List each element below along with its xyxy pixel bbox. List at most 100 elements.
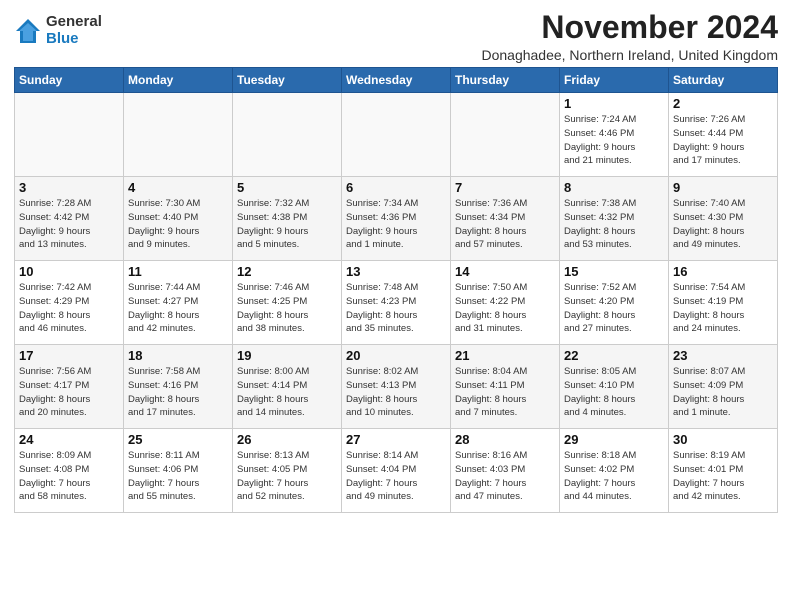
logo-general: General (46, 14, 102, 31)
logo-text: General Blue (46, 14, 102, 47)
col-wednesday: Wednesday (342, 68, 451, 93)
day-cell: 20Sunrise: 8:02 AMSunset: 4:13 PMDayligh… (342, 345, 451, 429)
day-number: 15 (564, 264, 664, 279)
header-row: Sunday Monday Tuesday Wednesday Thursday… (15, 68, 778, 93)
day-number: 7 (455, 180, 555, 195)
day-cell: 21 Sunrise: 8:04 AMSunset: 4:11 PMDayligh… (451, 345, 560, 429)
day-cell: 7 Sunrise: 7:36 AMSunset: 4:34 PMDaylight… (451, 177, 560, 261)
day-number: 8 (564, 180, 664, 195)
day-number: 11 (128, 264, 228, 279)
day-number: 24 (19, 432, 119, 447)
day-cell (124, 93, 233, 177)
day-info: Sunrise: 7:30 AMSunset: 4:40 PMDaylight:… (128, 197, 228, 252)
day-cell: 27Sunrise: 8:14 AMSunset: 4:04 PMDayligh… (342, 429, 451, 513)
day-info: Sunrise: 7:28 AMSunset: 4:42 PMDaylight:… (19, 197, 119, 252)
day-info: Sunrise: 8:13 AMSunset: 4:05 PMDaylight:… (237, 449, 337, 504)
day-cell: 25 Sunrise: 8:11 AMSunset: 4:06 PMDayligh… (124, 429, 233, 513)
day-number: 28 (455, 432, 555, 447)
day-info: Sunrise: 8:09 AMSunset: 4:08 PMDaylight:… (19, 449, 119, 504)
day-info: Sunrise: 8:16 AMSunset: 4:03 PMDaylight:… (455, 449, 555, 504)
day-info: Sunrise: 8:14 AMSunset: 4:04 PMDaylight:… (346, 449, 446, 504)
day-cell: 14Sunrise: 7:50 AMSunset: 4:22 PMDayligh… (451, 261, 560, 345)
day-cell (451, 93, 560, 177)
week-row-4: 17 Sunrise: 7:56 AMSunset: 4:17 PMDayligh… (15, 345, 778, 429)
title-block: November 2024 Donaghadee, Northern Irela… (481, 10, 778, 63)
day-info: Sunrise: 8:02 AMSunset: 4:13 PMDaylight:… (346, 365, 446, 420)
day-cell: 11 Sunrise: 7:44 AMSunset: 4:27 PMDayligh… (124, 261, 233, 345)
day-cell: 30Sunrise: 8:19 AMSunset: 4:01 PMDayligh… (669, 429, 778, 513)
day-number: 19 (237, 348, 337, 363)
day-info: Sunrise: 8:19 AMSunset: 4:01 PMDaylight:… (673, 449, 773, 504)
day-cell: 29 Sunrise: 8:18 AMSunset: 4:02 PMDayligh… (560, 429, 669, 513)
day-info: Sunrise: 8:00 AMSunset: 4:14 PMDaylight:… (237, 365, 337, 420)
calendar-table: Sunday Monday Tuesday Wednesday Thursday… (14, 67, 778, 513)
day-cell: 16 Sunrise: 7:54 AMSunset: 4:19 PMDayligh… (669, 261, 778, 345)
month-title: November 2024 (481, 10, 778, 45)
day-number: 12 (237, 264, 337, 279)
day-cell (342, 93, 451, 177)
day-number: 17 (19, 348, 119, 363)
day-number: 13 (346, 264, 446, 279)
week-row-5: 24 Sunrise: 8:09 AMSunset: 4:08 PMDayligh… (15, 429, 778, 513)
location-title: Donaghadee, Northern Ireland, United Kin… (481, 47, 778, 63)
day-info: Sunrise: 8:11 AMSunset: 4:06 PMDaylight:… (128, 449, 228, 504)
day-number: 4 (128, 180, 228, 195)
day-cell: 12 Sunrise: 7:46 AMSunset: 4:25 PMDayligh… (233, 261, 342, 345)
day-number: 18 (128, 348, 228, 363)
col-saturday: Saturday (669, 68, 778, 93)
day-cell: 22 Sunrise: 8:05 AMSunset: 4:10 PMDayligh… (560, 345, 669, 429)
day-cell: 18 Sunrise: 7:58 AMSunset: 4:16 PMDayligh… (124, 345, 233, 429)
day-number: 2 (673, 96, 773, 111)
day-number: 29 (564, 432, 664, 447)
day-cell: 2Sunrise: 7:26 AMSunset: 4:44 PMDaylight… (669, 93, 778, 177)
day-info: Sunrise: 7:44 AMSunset: 4:27 PMDaylight:… (128, 281, 228, 336)
day-number: 14 (455, 264, 555, 279)
day-cell: 4 Sunrise: 7:30 AMSunset: 4:40 PMDaylight… (124, 177, 233, 261)
day-number: 25 (128, 432, 228, 447)
day-info: Sunrise: 8:04 AMSunset: 4:11 PMDaylight:… (455, 365, 555, 420)
day-info: Sunrise: 7:34 AMSunset: 4:36 PMDaylight:… (346, 197, 446, 252)
day-info: Sunrise: 7:54 AMSunset: 4:19 PMDaylight:… (673, 281, 773, 336)
day-info: Sunrise: 8:18 AMSunset: 4:02 PMDaylight:… (564, 449, 664, 504)
day-cell: 19 Sunrise: 8:00 AMSunset: 4:14 PMDayligh… (233, 345, 342, 429)
day-info: Sunrise: 7:52 AMSunset: 4:20 PMDaylight:… (564, 281, 664, 336)
day-number: 21 (455, 348, 555, 363)
day-info: Sunrise: 7:48 AMSunset: 4:23 PMDaylight:… (346, 281, 446, 336)
day-number: 23 (673, 348, 773, 363)
day-cell: 17 Sunrise: 7:56 AMSunset: 4:17 PMDayligh… (15, 345, 124, 429)
day-info: Sunrise: 8:07 AMSunset: 4:09 PMDaylight:… (673, 365, 773, 420)
col-tuesday: Tuesday (233, 68, 342, 93)
day-cell (15, 93, 124, 177)
day-cell: 6Sunrise: 7:34 AMSunset: 4:36 PMDaylight… (342, 177, 451, 261)
day-info: Sunrise: 7:42 AMSunset: 4:29 PMDaylight:… (19, 281, 119, 336)
week-row-2: 3Sunrise: 7:28 AMSunset: 4:42 PMDaylight… (15, 177, 778, 261)
logo-icon (14, 17, 42, 45)
day-cell: 15 Sunrise: 7:52 AMSunset: 4:20 PMDayligh… (560, 261, 669, 345)
col-friday: Friday (560, 68, 669, 93)
day-info: Sunrise: 7:56 AMSunset: 4:17 PMDaylight:… (19, 365, 119, 420)
day-number: 22 (564, 348, 664, 363)
day-info: Sunrise: 7:58 AMSunset: 4:16 PMDaylight:… (128, 365, 228, 420)
day-number: 10 (19, 264, 119, 279)
col-sunday: Sunday (15, 68, 124, 93)
day-number: 9 (673, 180, 773, 195)
day-number: 16 (673, 264, 773, 279)
logo-blue: Blue (46, 31, 102, 48)
day-info: Sunrise: 8:05 AMSunset: 4:10 PMDaylight:… (564, 365, 664, 420)
week-row-3: 10 Sunrise: 7:42 AMSunset: 4:29 PMDayligh… (15, 261, 778, 345)
day-info: Sunrise: 7:46 AMSunset: 4:25 PMDaylight:… (237, 281, 337, 336)
logo: General Blue (14, 14, 102, 47)
day-cell: 1Sunrise: 7:24 AMSunset: 4:46 PMDaylight… (560, 93, 669, 177)
day-cell: 8Sunrise: 7:38 AMSunset: 4:32 PMDaylight… (560, 177, 669, 261)
day-cell: 10 Sunrise: 7:42 AMSunset: 4:29 PMDayligh… (15, 261, 124, 345)
day-cell: 24 Sunrise: 8:09 AMSunset: 4:08 PMDayligh… (15, 429, 124, 513)
week-row-1: 1Sunrise: 7:24 AMSunset: 4:46 PMDaylight… (15, 93, 778, 177)
day-info: Sunrise: 7:32 AMSunset: 4:38 PMDaylight:… (237, 197, 337, 252)
day-cell (233, 93, 342, 177)
day-cell: 23 Sunrise: 8:07 AMSunset: 4:09 PMDayligh… (669, 345, 778, 429)
day-number: 26 (237, 432, 337, 447)
day-cell: 28 Sunrise: 8:16 AMSunset: 4:03 PMDayligh… (451, 429, 560, 513)
day-cell: 26 Sunrise: 8:13 AMSunset: 4:05 PMDayligh… (233, 429, 342, 513)
day-info: Sunrise: 7:36 AMSunset: 4:34 PMDaylight:… (455, 197, 555, 252)
col-monday: Monday (124, 68, 233, 93)
